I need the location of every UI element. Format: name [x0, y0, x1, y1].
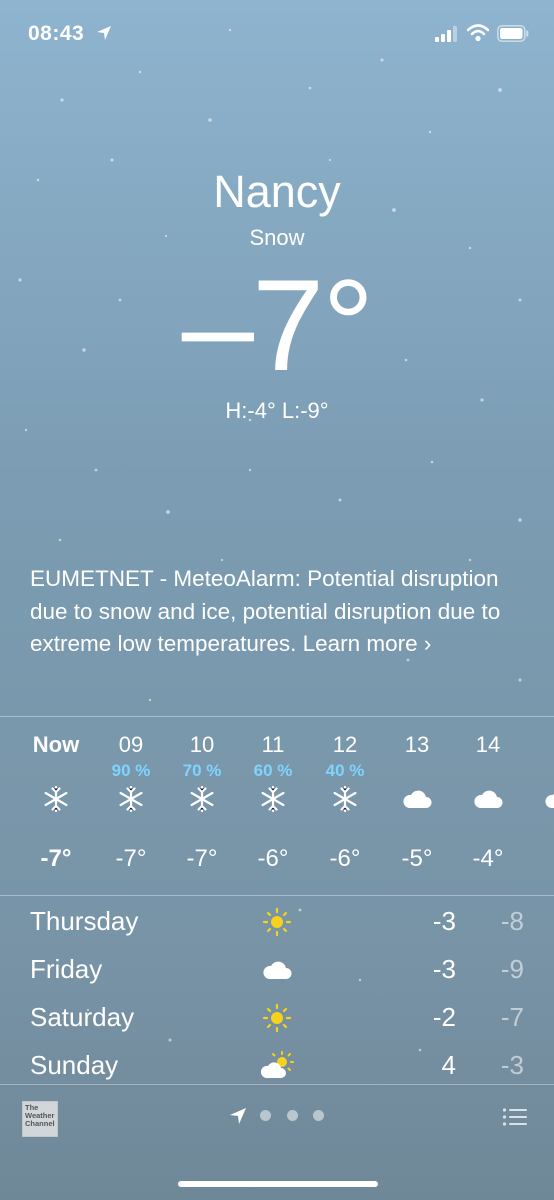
- wifi-icon: [467, 24, 489, 42]
- status-time: 08:43: [28, 22, 85, 45]
- high-low-temperature: H:-4° L:-9°: [225, 398, 329, 423]
- page-dot[interactable]: [260, 1110, 271, 1121]
- page-dot[interactable]: [287, 1110, 298, 1121]
- home-indicator[interactable]: [178, 1181, 378, 1187]
- battery-icon: [497, 25, 529, 42]
- hour-label: 11: [261, 732, 285, 757]
- hour-temperature: -7°: [115, 845, 147, 872]
- cloud-icon: [263, 961, 292, 979]
- hour-temperature: -6°: [257, 845, 289, 872]
- hour-temperature: -7°: [40, 845, 72, 872]
- day-row: Thursday -3 -8: [0, 900, 554, 946]
- hour-label: 1: [523, 732, 554, 758]
- hour-label: 09: [118, 732, 144, 757]
- snowflake-icon: [44, 785, 68, 813]
- cloud-icon: [403, 790, 432, 808]
- day-row: Friday -3 -9: [0, 948, 554, 994]
- snowflake-icon: [261, 785, 285, 813]
- snowflake-icon: [190, 785, 214, 813]
- day-high: -3: [432, 906, 456, 936]
- precip-chance: 40 %: [325, 761, 365, 780]
- learn-more-link[interactable]: Learn more ›: [303, 631, 432, 656]
- day-name: Thursday: [30, 906, 139, 936]
- hour-temperature: -5°: [401, 845, 433, 872]
- sun-icon: [262, 1003, 292, 1033]
- precip-chance: 60 %: [253, 761, 293, 780]
- page-dot[interactable]: [313, 1110, 324, 1121]
- hour-temperature: -: [523, 845, 554, 873]
- weather-channel-logo[interactable]: The Weather Channel: [22, 1101, 58, 1137]
- provider-name: The Weather Channel: [25, 1103, 55, 1128]
- day-row: Saturday -2 -7: [0, 996, 554, 1042]
- weather-condition: Snow: [249, 225, 305, 250]
- snowflake-icon: [333, 785, 357, 813]
- hour-label: 10: [189, 732, 215, 757]
- divider: [0, 895, 554, 896]
- partly-cloudy-icon: [260, 1051, 294, 1078]
- city-name: Nancy: [213, 166, 341, 217]
- day-high: -2: [432, 1002, 456, 1032]
- hourly-forecast[interactable]: Now -7° 09 90 % -7° 10 70 % -7° 11 60 % …: [0, 718, 554, 894]
- hour-temperature: -7°: [186, 845, 218, 872]
- day-low: -9: [500, 954, 524, 984]
- cellular-signal-icon: [435, 26, 457, 42]
- cloud-icon: [545, 793, 554, 808]
- day-high: -3: [432, 954, 456, 984]
- hour-label: 13: [404, 732, 430, 757]
- location-arrow-icon: [97, 26, 111, 40]
- snowflake-icon: [119, 785, 143, 813]
- precip-chance: 90 %: [111, 761, 151, 780]
- cloud-icon: [474, 790, 503, 808]
- weather-alert[interactable]: EUMETNET - MeteoAlarm: Potential disrupt…: [30, 563, 510, 661]
- day-name: Friday: [30, 954, 103, 984]
- bottom-toolbar: The Weather Channel: [0, 1085, 554, 1200]
- day-high: 4: [441, 1050, 456, 1080]
- hour-label: 12: [332, 732, 358, 757]
- day-name: Sunday: [30, 1050, 119, 1080]
- divider: [0, 716, 554, 717]
- day-low: -3: [500, 1050, 524, 1080]
- hour-temperature: -4°: [472, 845, 504, 872]
- status-bar: 08:43: [0, 0, 554, 68]
- precip-chance: 70 %: [182, 761, 222, 780]
- list-icon[interactable]: [502, 1107, 528, 1127]
- hour-label: Now: [32, 732, 80, 757]
- day-name: Saturday: [30, 1002, 135, 1032]
- hour-label: 14: [475, 732, 501, 757]
- current-location-icon[interactable]: [229, 1107, 247, 1125]
- day-low: -8: [500, 906, 524, 936]
- day-low: -7: [500, 1002, 524, 1032]
- current-temperature: –7°: [181, 252, 375, 398]
- sun-icon: [262, 907, 292, 937]
- hour-temperature: -6°: [329, 845, 361, 872]
